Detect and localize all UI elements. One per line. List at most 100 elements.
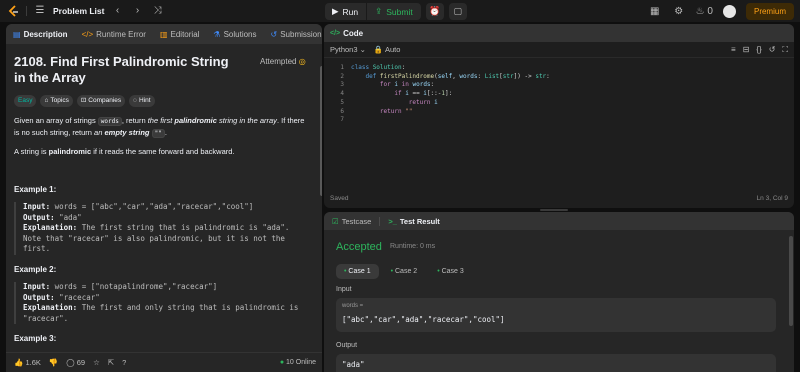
avatar[interactable] xyxy=(722,5,736,18)
cursor-position: Ln 3, Col 9 xyxy=(756,195,788,202)
text: an xyxy=(94,128,105,137)
tab-label: Testcase xyxy=(341,216,372,226)
code-toolbar: Python3 ⌄ 🔒 Auto ≡ ⊟ {} ↺ ⛶ xyxy=(324,42,794,58)
share-icon[interactable]: ⇱ xyxy=(108,358,114,367)
tag-label: Hint xyxy=(139,97,151,104)
output-value: "ada" xyxy=(342,360,365,369)
autocomplete-toggle[interactable]: 🔒 Auto xyxy=(374,45,400,54)
run-button[interactable]: ▶ Run xyxy=(325,3,366,20)
submit-button[interactable]: ⇪ Submit xyxy=(366,3,421,20)
line-number: 2 xyxy=(340,72,344,80)
comments-button[interactable]: ◯ 69 xyxy=(66,358,85,367)
value: Note that "racecar" is also palindromic,… xyxy=(23,233,285,243)
chevron-down-icon: ⌄ xyxy=(359,45,366,54)
online-text: 10 Online xyxy=(286,359,316,366)
attempted-icon: ◎ xyxy=(298,57,306,66)
tab-divider xyxy=(379,216,381,226)
problem-list-link[interactable]: Problem List xyxy=(53,6,104,16)
difficulty-badge: Easy xyxy=(14,95,37,107)
problem-title[interactable]: 2108. Find First Palindromic String in t… xyxy=(14,54,240,86)
streak-counter[interactable]: ♨ 0 xyxy=(696,5,713,19)
runtime: Runtime: 0 ms xyxy=(390,243,436,250)
tab-test-result[interactable]: >_ Test Result xyxy=(388,217,439,226)
lightbulb-icon: ◌ xyxy=(133,97,138,104)
help-icon[interactable]: ? xyxy=(122,358,126,367)
tab-description[interactable]: ▤ Description xyxy=(10,30,71,39)
chevron-right-icon[interactable]: › xyxy=(130,4,144,18)
play-icon: ▶ xyxy=(332,6,339,16)
tab-label: Description xyxy=(23,29,68,39)
hint-tag[interactable]: ◌ Hint xyxy=(129,95,155,107)
like-count: 1.6K xyxy=(25,358,41,367)
case-tab-2[interactable]: • Case 2 xyxy=(383,264,426,279)
alarm-icon[interactable]: ⏰ xyxy=(425,3,444,20)
text: palindromic xyxy=(48,147,92,156)
layout-icon[interactable]: ▦ xyxy=(648,5,662,19)
value: "racecar". xyxy=(23,313,69,323)
submit-label: Submit xyxy=(386,6,413,17)
online-count: ● 10 Online xyxy=(280,359,316,366)
reset-icon[interactable]: ↺ xyxy=(769,45,776,55)
logo-icon[interactable] xyxy=(6,4,20,18)
output-label: Output xyxy=(336,342,358,349)
lock-icon: ⊡ xyxy=(80,97,87,104)
code-panel: </> Code Python3 ⌄ 🔒 Auto ≡ ⊟ {} ↺ ⛶ 1 2… xyxy=(324,24,794,208)
tab-solutions[interactable]: ⚗ Solutions xyxy=(210,30,259,39)
pass-dot-icon: • xyxy=(390,268,394,275)
result-panel: ☑ Testcase >_ Test Result Accepted Runtime… xyxy=(324,212,794,372)
left-footer: 👍 1.6K 👎 ◯ 69 ☆ ⇱ ? ● 10 Online xyxy=(6,352,322,372)
code-icon: </> xyxy=(330,29,341,37)
tag-label: Topics xyxy=(50,97,69,104)
panel-resize-handle[interactable] xyxy=(540,209,568,211)
example-input: Input: words = ["notapalindrome","raceca… xyxy=(23,282,306,293)
list-icon[interactable]: ☰ xyxy=(33,4,47,18)
shuffle-icon[interactable]: ⤨ xyxy=(150,4,164,18)
case-tab-1[interactable]: • Case 1 xyxy=(336,264,379,279)
note-icon[interactable]: ▢ xyxy=(448,3,467,20)
tab-submissions[interactable]: ↺ Submissions xyxy=(268,30,322,39)
scrollbar[interactable] xyxy=(320,66,322,196)
value: "ada" xyxy=(59,212,82,222)
fullscreen-icon[interactable]: ⛶ xyxy=(782,45,788,55)
topics-tag[interactable]: ⌂ Topics xyxy=(40,95,73,107)
book-icon: ▥ xyxy=(159,29,168,39)
dislike-icon[interactable]: 👎 xyxy=(49,358,58,367)
case-label: Case 2 xyxy=(395,268,418,275)
text: A string is xyxy=(14,147,49,156)
settings-icon[interactable]: ⚙ xyxy=(672,5,686,19)
code-editor[interactable]: class Solution: def firstPalindrome(self… xyxy=(351,64,550,116)
line-number: 7 xyxy=(340,116,344,124)
text: empty string xyxy=(104,128,150,137)
braces-icon[interactable]: {} xyxy=(756,45,761,55)
bookmark-icon[interactable]: ⊟ xyxy=(743,45,750,55)
history-icon: ↺ xyxy=(270,29,278,39)
document-icon: ▤ xyxy=(13,29,21,39)
tab-runtime-error[interactable]: </> Runtime Error xyxy=(79,30,149,39)
fire-icon: ♨ xyxy=(695,5,705,17)
language-select[interactable]: Python3 ⌄ xyxy=(330,45,366,54)
example-explanation: Explanation: The first and only string t… xyxy=(23,303,306,314)
tag-label: Companies xyxy=(88,97,122,104)
scrollbar[interactable] xyxy=(789,236,793,326)
text: string in the array xyxy=(216,116,277,125)
text: . xyxy=(164,128,167,137)
example-output: Output: "racecar" xyxy=(23,293,306,304)
line-number: 5 xyxy=(340,98,344,106)
premium-button[interactable]: Premium xyxy=(745,3,794,20)
verdict: Accepted xyxy=(336,241,382,253)
upload-icon: ⇪ xyxy=(375,6,383,16)
example-explanation: Explanation: The first string that is pa… xyxy=(23,223,306,234)
line-number: 3 xyxy=(340,81,344,89)
case-tab-3[interactable]: • Case 3 xyxy=(429,264,472,279)
run-label: Run xyxy=(342,6,359,17)
tag-row: Easy ⌂ Topics ⊡ Companies ◌ Hint xyxy=(14,95,155,107)
example-2-title: Example 2: xyxy=(14,265,57,274)
example-2-block: Input: words = ["notapalindrome","raceca… xyxy=(14,282,306,324)
tab-editorial[interactable]: ▥ Editorial xyxy=(157,30,202,39)
star-icon[interactable]: ☆ xyxy=(93,358,100,367)
companies-tag[interactable]: ⊡ Companies xyxy=(76,95,126,107)
format-icon[interactable]: ≡ xyxy=(731,45,736,55)
like-button[interactable]: 👍 1.6K xyxy=(14,358,41,367)
tab-testcase[interactable]: ☑ Testcase xyxy=(332,217,371,226)
chevron-left-icon[interactable]: ‹ xyxy=(110,4,124,18)
